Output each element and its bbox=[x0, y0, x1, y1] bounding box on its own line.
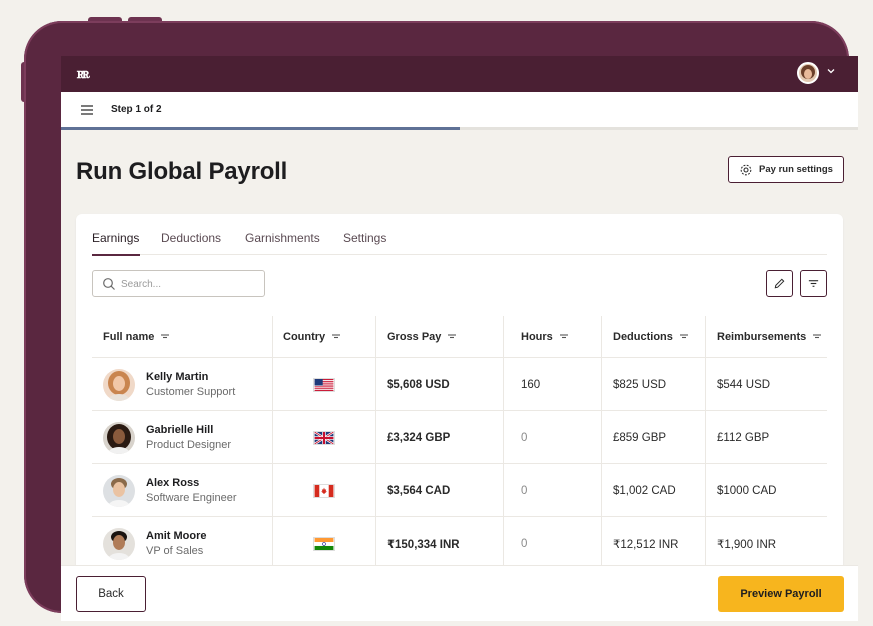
name-cell: Amit Moore VP of Sales bbox=[103, 517, 207, 570]
app-logo[interactable]: ꭱꭱ bbox=[77, 65, 90, 82]
country-cell bbox=[273, 464, 335, 517]
us-flag-icon bbox=[313, 377, 335, 392]
sort-icon bbox=[559, 334, 568, 339]
name-cell: Alex Ross Software Engineer bbox=[103, 464, 237, 517]
employee-name: Kelly Martin bbox=[146, 371, 209, 383]
employee-role: VP of Sales bbox=[146, 545, 204, 557]
avatar bbox=[103, 368, 135, 401]
column-header-label: Gross Pay bbox=[387, 331, 442, 343]
step-bar: Step 1 of 2 bbox=[61, 92, 858, 127]
reimbursements-cell: ₹1,900 INR bbox=[717, 538, 777, 551]
pencil-icon bbox=[774, 278, 785, 289]
progress-bar bbox=[61, 127, 858, 130]
tablet-frame: ꭱꭱ Step 1 of 2 Run Global Payroll Pay ru… bbox=[24, 21, 858, 621]
search-box[interactable] bbox=[92, 270, 265, 297]
column-header-gross-pay[interactable]: Gross Pay bbox=[387, 316, 457, 358]
column-header-full-name[interactable]: Full name bbox=[103, 316, 170, 358]
gross-pay-cell: £3,324 GBP bbox=[387, 431, 451, 444]
table-row[interactable]: Kelly Martin Customer Support $5,608 USD… bbox=[92, 358, 827, 411]
canada-flag-icon bbox=[313, 483, 335, 498]
progress-bar-fill bbox=[61, 127, 460, 130]
search-icon bbox=[103, 278, 115, 290]
tab-earnings[interactable]: Earnings bbox=[92, 231, 139, 245]
employee-name: Amit Moore bbox=[146, 530, 207, 542]
edit-button[interactable] bbox=[766, 270, 793, 297]
uk-flag-icon bbox=[313, 430, 335, 445]
name-cell: Kelly Martin Customer Support bbox=[103, 358, 235, 411]
country-cell bbox=[273, 358, 335, 411]
name-cell: Gabrielle Hill Product Designer bbox=[103, 411, 231, 464]
deductions-cell: ₹12,512 INR bbox=[613, 538, 679, 551]
table-header: Full name Country Gross Pay Hours Deduct… bbox=[92, 316, 827, 358]
user-avatar[interactable] bbox=[797, 62, 819, 84]
hours-cell[interactable]: 0 bbox=[521, 411, 527, 464]
column-header-country[interactable]: Country bbox=[283, 316, 341, 358]
avatar bbox=[103, 474, 135, 507]
menu-icon[interactable] bbox=[81, 105, 93, 115]
column-header-deductions[interactable]: Deductions bbox=[613, 316, 689, 358]
sort-icon bbox=[679, 334, 688, 339]
employee-role: Customer Support bbox=[146, 386, 236, 398]
pay-run-settings-button[interactable]: Pay run settings bbox=[728, 156, 844, 183]
avatar bbox=[103, 421, 135, 454]
country-cell bbox=[273, 411, 335, 464]
chevron-down-icon[interactable] bbox=[827, 67, 835, 75]
india-flag-icon bbox=[313, 536, 335, 551]
column-header-hours[interactable]: Hours bbox=[521, 316, 569, 358]
gross-pay-cell: $5,608 USD bbox=[387, 378, 450, 391]
filter-button[interactable] bbox=[800, 270, 827, 297]
sort-icon bbox=[448, 334, 457, 339]
employee-name: Gabrielle Hill bbox=[146, 424, 214, 436]
table-row[interactable]: Alex Ross Software Engineer $3,564 CAD 0… bbox=[92, 464, 827, 517]
app-screen: ꭱꭱ Step 1 of 2 Run Global Payroll Pay ru… bbox=[61, 56, 858, 621]
preview-payroll-button[interactable]: Preview Payroll bbox=[718, 576, 844, 612]
page-title: Run Global Payroll bbox=[76, 158, 288, 185]
gross-pay-cell: $3,564 CAD bbox=[387, 484, 451, 497]
employee-role: Software Engineer bbox=[146, 492, 237, 504]
payroll-card: Earnings Deductions Garnishments Setting… bbox=[76, 214, 843, 574]
search-input[interactable] bbox=[121, 276, 256, 292]
gross-pay-cell: ₹150,334 INR bbox=[387, 538, 460, 551]
table-row[interactable]: Gabrielle Hill Product Designer £3,324 G… bbox=[92, 411, 827, 464]
active-tab-indicator bbox=[92, 254, 140, 256]
sort-icon bbox=[332, 334, 341, 339]
reimbursements-cell: £112 GBP bbox=[717, 431, 770, 444]
reimbursements-cell: $544 USD bbox=[717, 378, 771, 391]
reimbursements-cell: $1000 CAD bbox=[717, 484, 777, 497]
sort-icon bbox=[813, 334, 822, 339]
column-header-label: Full name bbox=[103, 331, 155, 343]
tab-settings[interactable]: Settings bbox=[343, 231, 386, 245]
top-bar: ꭱꭱ bbox=[61, 56, 858, 92]
column-header-label: Reimbursements bbox=[717, 331, 807, 343]
country-cell bbox=[273, 517, 335, 570]
table-row[interactable]: Amit Moore VP of Sales ₹150,334 INR 0 ₹1… bbox=[92, 517, 827, 570]
deductions-cell: $825 USD bbox=[613, 378, 667, 391]
tab-garnishments[interactable]: Garnishments bbox=[245, 231, 320, 245]
deductions-cell: $1,002 CAD bbox=[613, 484, 676, 497]
filter-icon bbox=[808, 280, 819, 287]
employee-role: Product Designer bbox=[146, 439, 231, 451]
pay-run-settings-label: Pay run settings bbox=[759, 164, 833, 175]
back-button[interactable]: Back bbox=[76, 576, 146, 612]
hours-cell[interactable]: 0 bbox=[521, 464, 527, 517]
tab-deductions[interactable]: Deductions bbox=[161, 231, 221, 245]
deductions-cell: £859 GBP bbox=[613, 431, 667, 444]
column-header-label: Deductions bbox=[613, 331, 673, 343]
tab-bar: Earnings Deductions Garnishments Setting… bbox=[92, 214, 827, 256]
gear-icon bbox=[740, 164, 752, 175]
column-header-label: Country bbox=[283, 331, 326, 343]
hours-cell[interactable]: 160 bbox=[521, 358, 540, 411]
step-label: Step 1 of 2 bbox=[111, 104, 162, 115]
sort-icon bbox=[161, 334, 170, 339]
column-header-reimbursements[interactable]: Reimbursements bbox=[717, 316, 822, 358]
hours-cell[interactable]: 0 bbox=[521, 517, 527, 570]
avatar bbox=[103, 527, 135, 560]
footer-bar: Back Preview Payroll bbox=[61, 565, 858, 621]
column-header-label: Hours bbox=[521, 331, 553, 343]
employee-name: Alex Ross bbox=[146, 477, 200, 489]
